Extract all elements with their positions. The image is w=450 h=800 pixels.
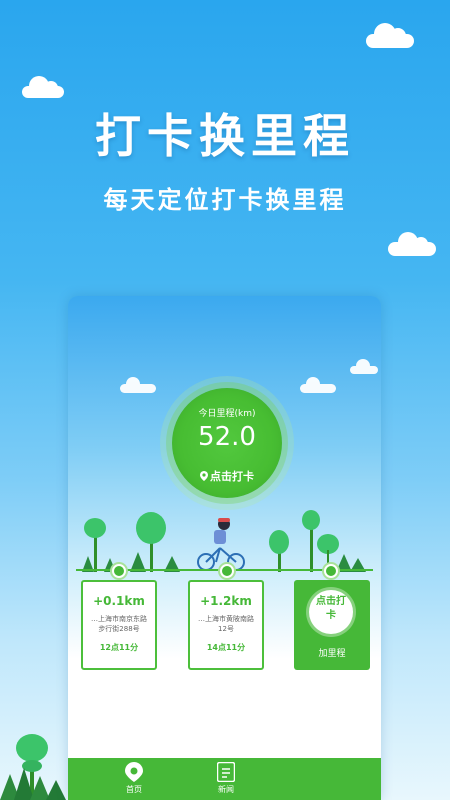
tree-illustration: [302, 510, 366, 572]
promo-subline: 每天定位打卡换里程: [103, 186, 347, 214]
app-screen: 今日里程(km) 52.0 点击打卡 +0.1km …上海市南京东路步行街288…: [68, 296, 381, 800]
checkin-record-card: +0.1km …上海市南京东路步行街288号 12点11分: [81, 580, 157, 670]
tree-illustration: [82, 518, 116, 572]
mileage-label: 今日里程(km): [198, 409, 256, 419]
cloud: [22, 76, 64, 98]
tree-illustration: [269, 530, 289, 572]
checkin-address: …上海市黄陂南路12号: [198, 615, 254, 633]
checkin-link-label: 点击打卡: [210, 470, 254, 483]
tab-home[interactable]: 首页: [104, 762, 164, 795]
grass-illustration: [0, 768, 66, 800]
bicycle-rider-illustration: [197, 518, 245, 571]
cloud: [300, 377, 336, 393]
timeline-marker: [324, 564, 338, 578]
checkin-action-caption: 加里程: [318, 649, 346, 659]
cloud: [120, 377, 156, 393]
location-pin-icon: [200, 470, 208, 484]
mileage-circle[interactable]: 今日里程(km) 52.0 点击打卡: [172, 388, 282, 498]
checkin-action-card[interactable]: 点击打卡 加里程: [294, 580, 370, 670]
checkin-distance: +1.2km: [200, 594, 252, 608]
tab-news-label: 新闻: [218, 785, 234, 794]
checkin-address: …上海市南京东路步行街288号: [91, 615, 147, 633]
location-pin-icon: [125, 762, 143, 782]
tab-news[interactable]: 新闻: [196, 762, 256, 795]
cloud: [388, 232, 436, 256]
checkin-distance: +0.1km: [93, 594, 145, 608]
checkin-button[interactable]: 点击打卡: [309, 590, 353, 634]
promo-headline: 打卡换里程: [95, 109, 355, 163]
bottom-tab-bar: 首页 新闻: [68, 758, 381, 800]
mileage-value: 52.0: [198, 422, 256, 452]
news-icon: [217, 762, 235, 782]
checkin-time: 12点11分: [99, 643, 139, 652]
checkin-time: 14点11分: [206, 643, 246, 652]
timeline-marker: [112, 564, 126, 578]
tab-home-label: 首页: [126, 785, 142, 794]
checkin-record-card: +1.2km …上海市黄陂南路12号 14点11分: [188, 580, 264, 670]
cloud: [366, 23, 414, 48]
tree-illustration: [130, 512, 180, 572]
cloud: [350, 359, 378, 374]
timeline-marker: [220, 564, 234, 578]
checkin-link[interactable]: 点击打卡: [172, 468, 282, 484]
